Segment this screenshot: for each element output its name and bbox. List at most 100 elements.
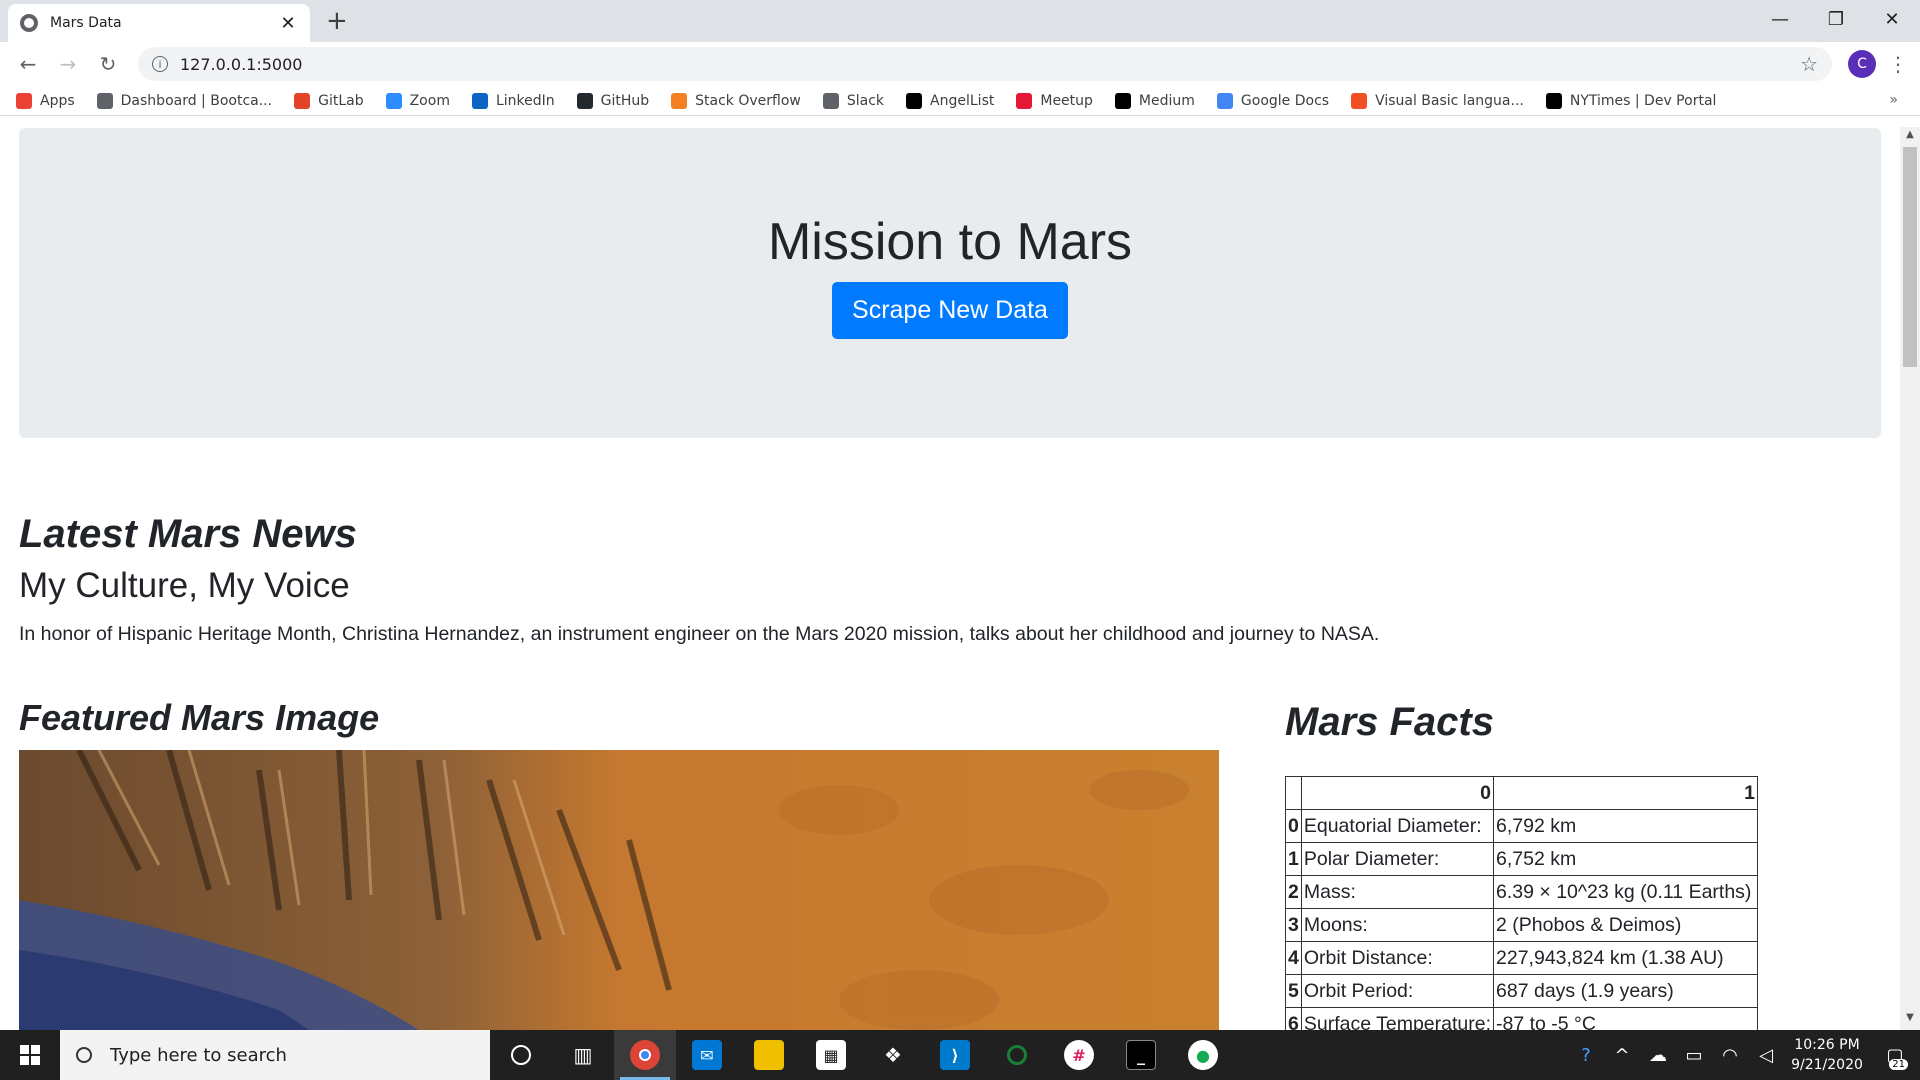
fact-label-cell: Mass: bbox=[1300, 875, 1495, 909]
bookmark-item[interactable]: Dashboard | Bootca... bbox=[96, 92, 273, 109]
wifi-icon[interactable]: ◠ bbox=[1712, 1045, 1748, 1066]
volume-icon[interactable]: ◁ bbox=[1748, 1045, 1784, 1066]
mongodb-icon[interactable]: ● bbox=[1172, 1030, 1234, 1080]
cloud-icon[interactable]: ☁ bbox=[1640, 1045, 1676, 1066]
tab-mars-data[interactable]: Mars Data ✕ bbox=[8, 4, 310, 42]
close-window-icon[interactable]: ✕ bbox=[1864, 0, 1920, 38]
forward-icon[interactable]: → bbox=[52, 48, 84, 80]
chrome-taskbar-icon[interactable] bbox=[614, 1030, 676, 1080]
bookmark-label: Slack bbox=[846, 92, 885, 109]
table-row: 6 Surface Temperature: -87 to -5 °C bbox=[1285, 1007, 1759, 1030]
fact-label-cell: Polar Diameter: bbox=[1300, 842, 1495, 876]
clock[interactable]: 10:26 PM 9/21/2020 bbox=[1784, 1035, 1870, 1075]
scrape-new-data-button[interactable]: Scrape New Data bbox=[832, 282, 1068, 339]
bookmark-item[interactable]: Medium bbox=[1114, 92, 1195, 109]
fact-value-cell: 6,752 km bbox=[1493, 842, 1759, 876]
table-header-cell: 0 bbox=[1300, 776, 1495, 810]
battery-icon[interactable]: ▭ bbox=[1676, 1045, 1712, 1066]
fact-value-cell: -87 to -5 °C bbox=[1493, 1007, 1759, 1030]
bookmark-label: Dashboard | Bootca... bbox=[120, 92, 273, 109]
table-header-cell: 1 bbox=[1493, 776, 1759, 810]
bookmark-label: AngelList bbox=[930, 92, 995, 109]
new-tab-icon[interactable]: + bbox=[326, 6, 348, 36]
bookmark-item[interactable]: Stack Overflow bbox=[671, 92, 801, 109]
scroll-up-icon[interactable]: ▲ bbox=[1900, 129, 1920, 145]
featured-image-heading: Featured Mars Image bbox=[19, 697, 380, 738]
browser-toolbar: ← → ↻ i 127.0.0.1:5000 ☆ C ⋮ bbox=[0, 42, 1920, 86]
table-header-row: 0 1 bbox=[1285, 776, 1759, 810]
table-row: 0 Equatorial Diameter: 6,792 km bbox=[1285, 809, 1759, 843]
app-ring-icon[interactable] bbox=[986, 1030, 1048, 1080]
jumbotron: Mission to Mars Scrape New Data bbox=[19, 128, 1881, 438]
page-content: Mission to Mars Scrape New Data Latest M… bbox=[0, 127, 1900, 1030]
taskbar-search[interactable]: Type here to search bbox=[60, 1030, 490, 1080]
fact-label-cell: Surface Temperature: bbox=[1300, 1007, 1495, 1030]
bookmark-item[interactable]: Visual Basic langua... bbox=[1351, 92, 1524, 109]
news-paragraph: In honor of Hispanic Heritage Month, Chr… bbox=[19, 623, 1380, 645]
bookmark-favicon-icon bbox=[16, 92, 32, 109]
bookmark-label: GitHub bbox=[600, 92, 650, 109]
address-bar[interactable]: i 127.0.0.1:5000 ☆ bbox=[138, 47, 1832, 81]
featured-mars-image bbox=[19, 750, 1219, 1030]
cortana-icon[interactable] bbox=[490, 1030, 552, 1080]
close-tab-icon[interactable]: ✕ bbox=[278, 13, 298, 34]
bookmark-favicon-icon bbox=[1545, 92, 1562, 109]
bookmark-item[interactable]: GitLab bbox=[294, 92, 364, 109]
bookmark-item[interactable]: AngelList bbox=[906, 92, 995, 109]
bookmark-label: GitLab bbox=[318, 92, 364, 109]
bookmark-item[interactable]: Slack bbox=[822, 92, 885, 109]
bookmark-label: Apps bbox=[40, 92, 75, 109]
vscode-icon[interactable]: ⟩ bbox=[924, 1030, 986, 1080]
file-explorer-icon[interactable] bbox=[738, 1030, 800, 1080]
window-controls: — ❐ ✕ bbox=[1752, 0, 1920, 38]
bookmark-favicon-icon bbox=[385, 92, 402, 109]
terminal-icon[interactable]: _ bbox=[1110, 1030, 1172, 1080]
fact-value-cell: 6,792 km bbox=[1493, 809, 1759, 843]
fact-label-cell: Orbit Distance: bbox=[1300, 941, 1495, 975]
fact-value-cell: 2 (Phobos & Deimos) bbox=[1493, 908, 1759, 942]
row-index-cell: 0 bbox=[1285, 809, 1302, 843]
bookmark-item[interactable]: NYTimes | Dev Portal bbox=[1545, 92, 1717, 109]
bookmark-item[interactable]: Zoom bbox=[385, 92, 450, 109]
bookmark-label: NYTimes | Dev Portal bbox=[1569, 92, 1717, 109]
page-title: Mission to Mars bbox=[767, 213, 1133, 271]
profile-avatar[interactable]: C bbox=[1848, 50, 1876, 78]
bookmark-item[interactable]: Apps bbox=[16, 92, 75, 109]
help-icon[interactable]: ? bbox=[1568, 1045, 1604, 1066]
scrollbar-thumb[interactable] bbox=[1903, 147, 1917, 367]
start-button[interactable] bbox=[0, 1030, 60, 1080]
bookmark-favicon-icon bbox=[906, 92, 923, 109]
bookmark-item[interactable]: Google Docs bbox=[1216, 92, 1329, 109]
minimize-icon[interactable]: — bbox=[1752, 0, 1808, 38]
bookmark-favicon-icon bbox=[1114, 92, 1131, 109]
table-row: 3 Moons: 2 (Phobos & Deimos) bbox=[1285, 908, 1759, 942]
taskbar-search-placeholder: Type here to search bbox=[110, 1044, 287, 1066]
mail-icon[interactable]: ✉ bbox=[676, 1030, 738, 1080]
page-scrollbar[interactable]: ▲ ▼ bbox=[1900, 127, 1920, 1030]
notification-icon[interactable]: ▢ 21 bbox=[1870, 1030, 1920, 1080]
info-icon[interactable]: i bbox=[152, 56, 168, 72]
reload-icon[interactable]: ↻ bbox=[92, 48, 124, 80]
slack-icon[interactable]: # bbox=[1048, 1030, 1110, 1080]
dropbox-icon[interactable]: ❖ bbox=[862, 1030, 924, 1080]
bookmark-favicon-icon bbox=[1216, 92, 1233, 109]
browser-chrome: Mars Data ✕ + — ❐ ✕ ← → ↻ i 127.0.0.1:50… bbox=[0, 0, 1920, 116]
bookmark-item[interactable]: Meetup bbox=[1016, 92, 1093, 109]
bookmark-favicon-icon bbox=[576, 92, 593, 109]
bookmark-item[interactable]: GitHub bbox=[576, 92, 650, 109]
bookmark-label: Visual Basic langua... bbox=[1375, 92, 1524, 109]
scroll-down-icon[interactable]: ▼ bbox=[1900, 1012, 1920, 1028]
fact-label-cell: Orbit Period: bbox=[1300, 974, 1495, 1008]
bookmarks-overflow-icon[interactable]: » bbox=[1889, 92, 1898, 108]
chevron-up-icon[interactable]: ^ bbox=[1604, 1045, 1640, 1066]
bookmark-favicon-icon bbox=[671, 92, 688, 109]
bookmark-star-icon[interactable]: ☆ bbox=[1800, 52, 1818, 76]
clock-date: 9/21/2020 bbox=[1791, 1057, 1863, 1073]
back-icon[interactable]: ← bbox=[12, 48, 44, 80]
menu-kebab-icon[interactable]: ⋮ bbox=[1888, 52, 1908, 76]
task-view-icon[interactable]: ▥ bbox=[552, 1030, 614, 1080]
restore-icon[interactable]: ❐ bbox=[1808, 0, 1864, 38]
bookmarks-bar: Apps Dashboard | Bootca... GitLab Zoom Linke… bbox=[0, 86, 1920, 116]
bookmark-item[interactable]: LinkedIn bbox=[471, 92, 555, 109]
store-icon[interactable]: ▦ bbox=[800, 1030, 862, 1080]
